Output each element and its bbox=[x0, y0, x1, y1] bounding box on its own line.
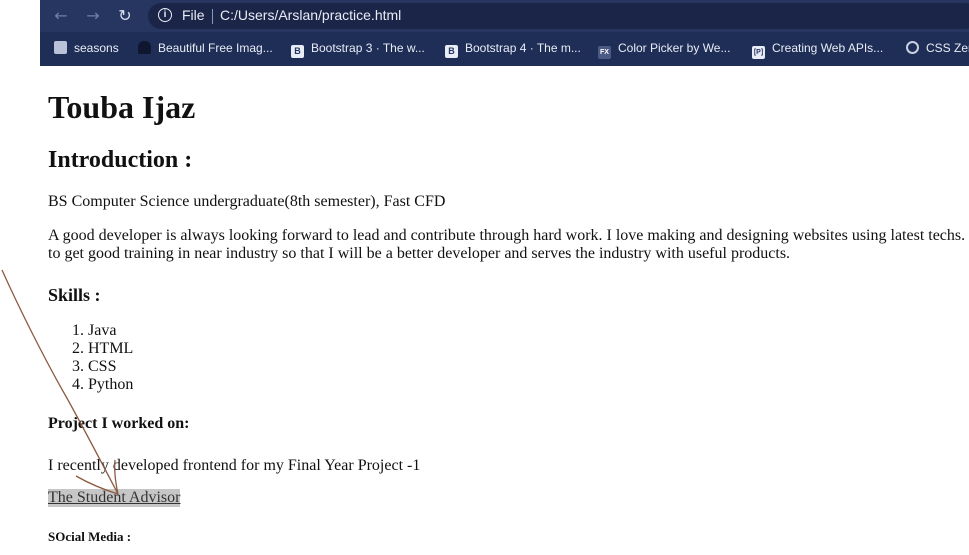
project-link[interactable]: The Student Advisor bbox=[48, 489, 181, 507]
skill-item: HTML bbox=[88, 340, 133, 358]
skills-list: Java HTML CSS Python bbox=[48, 322, 133, 394]
reload-icon[interactable]: ↻ bbox=[114, 5, 136, 27]
bookmark-label: Bootstrap 3 · The w... bbox=[311, 41, 425, 55]
info-icon[interactable]: i bbox=[158, 8, 172, 22]
address-divider bbox=[212, 9, 213, 24]
skills-heading: Skills : bbox=[48, 285, 101, 305]
bootstrap-icon: B bbox=[291, 45, 304, 58]
bookmark-label: Creating Web APIs... bbox=[772, 41, 884, 55]
skill-item: Java bbox=[88, 322, 133, 340]
bookmark-beautiful-free-images[interactable]: Beautiful Free Imag... bbox=[138, 39, 273, 57]
project-text: I recently developed frontend for my Fin… bbox=[48, 457, 421, 474]
bookmark-label: Beautiful Free Imag... bbox=[158, 41, 273, 55]
pluralsight-icon: [P] bbox=[752, 46, 765, 59]
bookmark-label: Color Picker by We... bbox=[618, 41, 731, 55]
address-scheme: File bbox=[182, 7, 205, 23]
browser-toolbar: ← → ↻ i File C:/Users/Arslan/practice.ht… bbox=[40, 0, 969, 32]
bookmark-creating-web-apis[interactable]: [P] Creating Web APIs... bbox=[752, 39, 884, 59]
address-bar[interactable]: i File C:/Users/Arslan/practice.html bbox=[148, 3, 969, 29]
skill-item: CSS bbox=[88, 358, 133, 376]
bio-text: A good developer is always looking forwa… bbox=[48, 227, 969, 262]
project-heading: Project I worked on: bbox=[48, 415, 190, 432]
bookmark-css-zen[interactable]: CSS Zen bbox=[906, 39, 969, 57]
bookmarks-bar: seasons Beautiful Free Imag... B Bootstra… bbox=[40, 33, 969, 63]
bookmark-label: Bootstrap 4 · The m... bbox=[465, 41, 581, 55]
fx-icon: FX bbox=[598, 46, 611, 59]
user-icon bbox=[138, 41, 151, 54]
bookmark-bootstrap-3[interactable]: B Bootstrap 3 · The w... bbox=[291, 39, 425, 58]
bookmark-seasons[interactable]: seasons bbox=[54, 39, 119, 57]
github-icon bbox=[906, 41, 919, 54]
bookmark-label: seasons bbox=[74, 41, 119, 55]
browser-chrome: ← → ↻ i File C:/Users/Arslan/practice.ht… bbox=[40, 0, 969, 66]
page-title: Touba Ijaz bbox=[48, 89, 196, 125]
bookmark-bootstrap-4[interactable]: B Bootstrap 4 · The m... bbox=[445, 39, 581, 58]
degree-text: BS Computer Science undergraduate(8th se… bbox=[48, 193, 446, 210]
forward-icon[interactable]: → bbox=[82, 5, 104, 27]
bootstrap-icon: B bbox=[445, 45, 458, 58]
skill-item: Python bbox=[88, 376, 133, 394]
social-heading: SOcial Media : bbox=[48, 529, 132, 544]
address-url[interactable]: C:/Users/Arslan/practice.html bbox=[220, 7, 401, 23]
page-icon bbox=[54, 41, 67, 54]
bookmark-color-picker[interactable]: FX Color Picker by We... bbox=[598, 39, 731, 59]
intro-heading: Introduction : bbox=[48, 147, 193, 173]
bookmark-label: CSS Zen bbox=[926, 41, 969, 55]
back-icon[interactable]: ← bbox=[50, 5, 72, 27]
